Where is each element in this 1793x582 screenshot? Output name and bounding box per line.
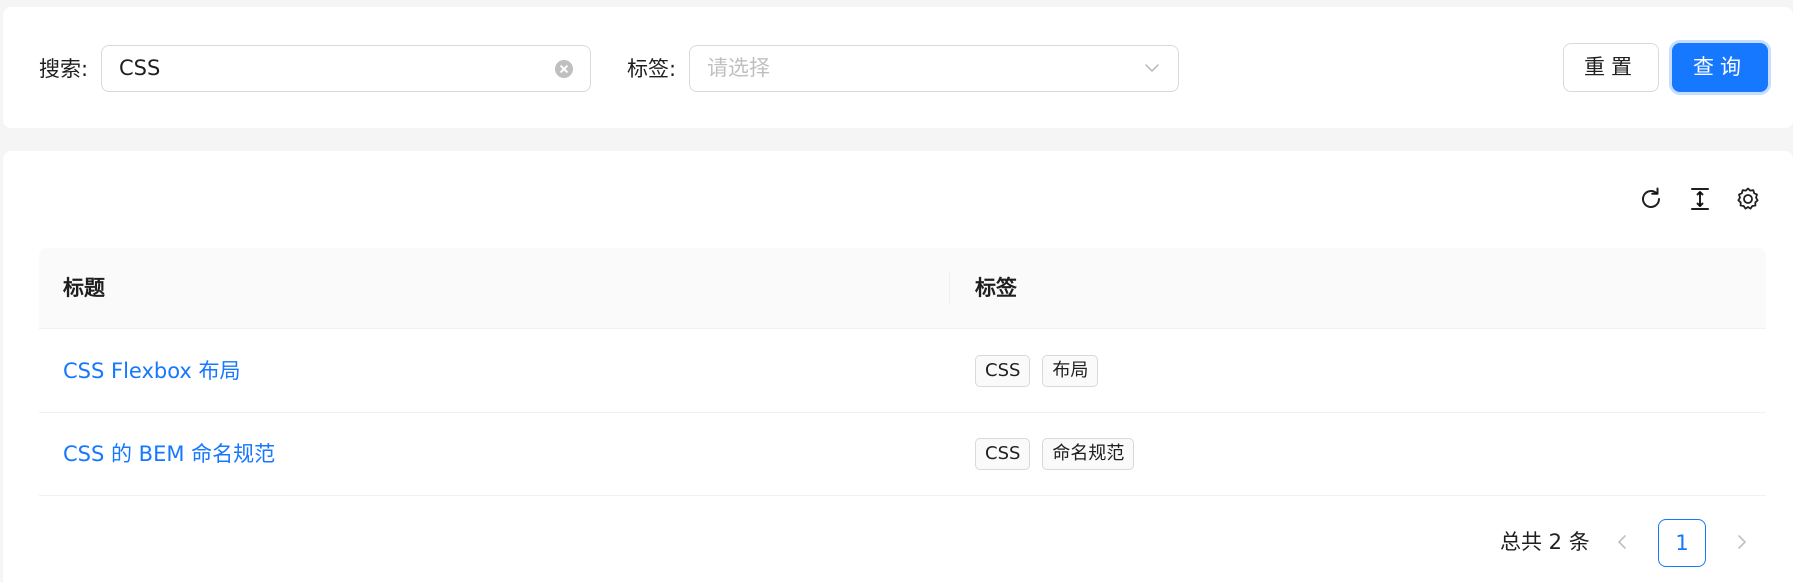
tag-select[interactable]: 请选择 [689,45,1179,92]
search-input-value: CSS [119,56,161,80]
table-row: CSS Flexbox 布局 CSS 布局 [39,330,1766,413]
tag-label: 标签: [627,57,677,81]
reset-button[interactable]: 重置 [1563,43,1659,92]
query-button[interactable]: 查询 [1672,43,1768,92]
tag: CSS [975,438,1031,470]
pagination-total: 总共 2 条 [1500,530,1590,554]
row-title-link[interactable]: CSS 的 BEM 命名规范 [63,413,275,495]
chevron-left-icon[interactable] [1605,525,1639,559]
column-header-tags[interactable]: 标签 [975,248,1017,328]
tag: 布局 [1042,355,1099,387]
chevron-right-icon[interactable] [1725,525,1759,559]
pagination-page-1[interactable]: 1 [1658,519,1706,567]
search-input[interactable]: CSS [101,45,591,92]
tag: 命名规范 [1042,438,1135,470]
row-title-link[interactable]: CSS Flexbox 布局 [63,330,241,412]
column-divider [949,271,950,305]
setting-icon[interactable] [1735,186,1761,212]
row-tags: CSS 命名规范 [975,438,1135,470]
clear-icon[interactable] [555,60,573,78]
table-row: CSS 的 BEM 命名规范 CSS 命名规范 [39,413,1766,496]
tag: CSS [975,355,1031,387]
search-label: 搜索: [39,57,89,81]
column-header-title[interactable]: 标题 [63,248,105,328]
row-tags: CSS 布局 [975,355,1099,387]
column-height-icon[interactable] [1687,186,1713,212]
tag-select-placeholder: 请选择 [707,56,770,80]
reload-icon[interactable] [1638,186,1664,212]
table-header: 标题 标签 [39,248,1766,329]
chevron-down-icon [1145,64,1159,72]
